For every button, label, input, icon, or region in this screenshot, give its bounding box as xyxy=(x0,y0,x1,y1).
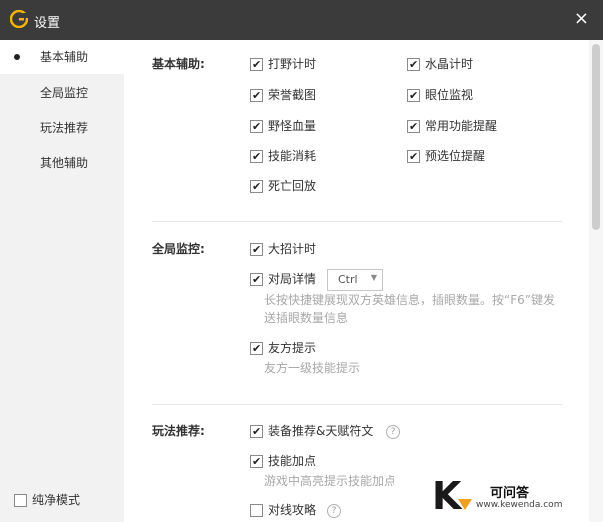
check-icon: ✔ xyxy=(409,58,419,71)
section-divider xyxy=(152,404,562,405)
checkbox-box[interactable]: ✔ xyxy=(250,273,263,286)
title-bar: 设置 × xyxy=(0,0,603,40)
option-label: 技能消耗 xyxy=(268,149,317,163)
option-label: 眼位监视 xyxy=(425,88,474,102)
checkbox-box[interactable]: ✔ xyxy=(407,58,420,71)
active-dot-icon xyxy=(14,54,20,60)
option-label: 大招计时 xyxy=(268,242,317,256)
option-label: 打野计时 xyxy=(268,57,317,71)
window-title: 设置 xyxy=(34,16,61,31)
check-icon: ✔ xyxy=(409,150,419,163)
check-icon: ✔ xyxy=(252,120,262,133)
checkbox-box[interactable]: ✔ xyxy=(250,455,263,468)
checkbox-box[interactable] xyxy=(14,494,27,507)
option-label: 野怪血量 xyxy=(268,119,317,133)
section-label-basic: 基本辅助: xyxy=(152,57,205,71)
option-label: 对线攻略 xyxy=(268,503,317,517)
option-label: 水晶计时 xyxy=(425,57,474,71)
sidebar-item-other[interactable]: 其他辅助 xyxy=(0,146,124,180)
check-icon: ✔ xyxy=(409,120,419,133)
close-icon[interactable]: × xyxy=(574,9,589,29)
option-label: 常用功能提醒 xyxy=(425,119,498,133)
checkbox-box[interactable]: ✔ xyxy=(407,120,420,133)
chevron-down-icon: ▼ xyxy=(370,273,377,282)
checkbox-box[interactable]: ✔ xyxy=(250,425,263,438)
checkbox-box[interactable]: ✔ xyxy=(250,342,263,355)
app-logo-icon xyxy=(10,10,28,28)
check-icon: ✔ xyxy=(252,150,262,163)
watermark-letter: K xyxy=(432,474,462,518)
section-divider xyxy=(152,221,562,222)
check-icon: ✔ xyxy=(252,58,262,71)
check-icon: ✔ xyxy=(252,243,262,256)
sidebar-item-basic[interactable]: 基本辅助 xyxy=(0,40,124,74)
option-label: 技能加点 xyxy=(268,454,317,468)
help-icon[interactable]: ? xyxy=(386,425,400,439)
sidebar-item-recommend[interactable]: 玩法推荐 xyxy=(0,111,124,145)
sidebar: 基本辅助 全局监控 玩法推荐 其他辅助 xyxy=(0,40,124,522)
sidebar-item-label: 基本辅助 xyxy=(40,50,89,64)
check-icon: ✔ xyxy=(252,425,262,438)
hotkey-select[interactable]: Ctrl ▼ xyxy=(327,269,383,291)
section-label-monitor: 全局监控: xyxy=(152,242,205,256)
check-icon: ✔ xyxy=(252,89,262,102)
checkbox-box[interactable]: ✔ xyxy=(407,89,420,102)
settings-content: 基本辅助: ✔ 打野计时 ✔ 水晶计时 ✔ 荣誉截图 ✔ 眼位监视 ✔ 野怪血量… xyxy=(124,40,589,522)
sidebar-item-label: 玩法推荐 xyxy=(40,121,89,135)
help-icon[interactable]: ? xyxy=(327,504,341,518)
check-icon: ✔ xyxy=(252,180,262,193)
watermark-url: www.kewenda.com xyxy=(476,500,563,510)
ally-tips-hint: 友方一级技能提示 xyxy=(264,361,361,375)
option-label: 装备推荐&天赋符文 xyxy=(268,424,374,438)
watermark-name: 可问答 xyxy=(490,486,530,501)
hotkey-value: Ctrl xyxy=(338,273,358,286)
check-icon: ✔ xyxy=(252,273,262,286)
scrollbar-thumb[interactable] xyxy=(592,44,600,230)
checkbox-box[interactable]: ✔ xyxy=(250,89,263,102)
scrollbar[interactable] xyxy=(589,40,603,522)
match-detail-hint: 长按快捷键展现双方英雄信息，插眼数量。按“F6”键发送插眼数量信息 xyxy=(264,293,555,325)
check-icon: ✔ xyxy=(252,342,262,355)
option-label: 死亡回放 xyxy=(268,179,317,193)
option-label: 预选位提醒 xyxy=(425,149,486,163)
sidebar-item-monitor[interactable]: 全局监控 xyxy=(0,76,124,110)
checkbox-box[interactable]: ✔ xyxy=(250,150,263,163)
checkbox-box[interactable]: ✔ xyxy=(250,58,263,71)
option-label: 友方提示 xyxy=(268,341,317,355)
checkbox-box[interactable]: ✔ xyxy=(250,120,263,133)
watermark-logo: K 可问答 www.kewenda.com xyxy=(394,472,562,522)
section-label-recommend: 玩法推荐: xyxy=(152,424,205,438)
checkbox-box[interactable]: ✔ xyxy=(250,243,263,256)
sidebar-item-label: 其他辅助 xyxy=(40,156,89,170)
check-icon: ✔ xyxy=(409,89,419,102)
triangle-icon xyxy=(458,499,472,510)
sidebar-item-label: 全局监控 xyxy=(40,86,89,100)
option-label: 对局详情 xyxy=(268,272,317,286)
option-label: 荣誉截图 xyxy=(268,88,317,102)
checkbox-box[interactable]: ✔ xyxy=(250,180,263,193)
checkbox-box[interactable] xyxy=(250,504,263,517)
pure-mode-label: 纯净模式 xyxy=(32,493,81,507)
checkbox-box[interactable]: ✔ xyxy=(407,150,420,163)
check-icon: ✔ xyxy=(252,455,262,468)
